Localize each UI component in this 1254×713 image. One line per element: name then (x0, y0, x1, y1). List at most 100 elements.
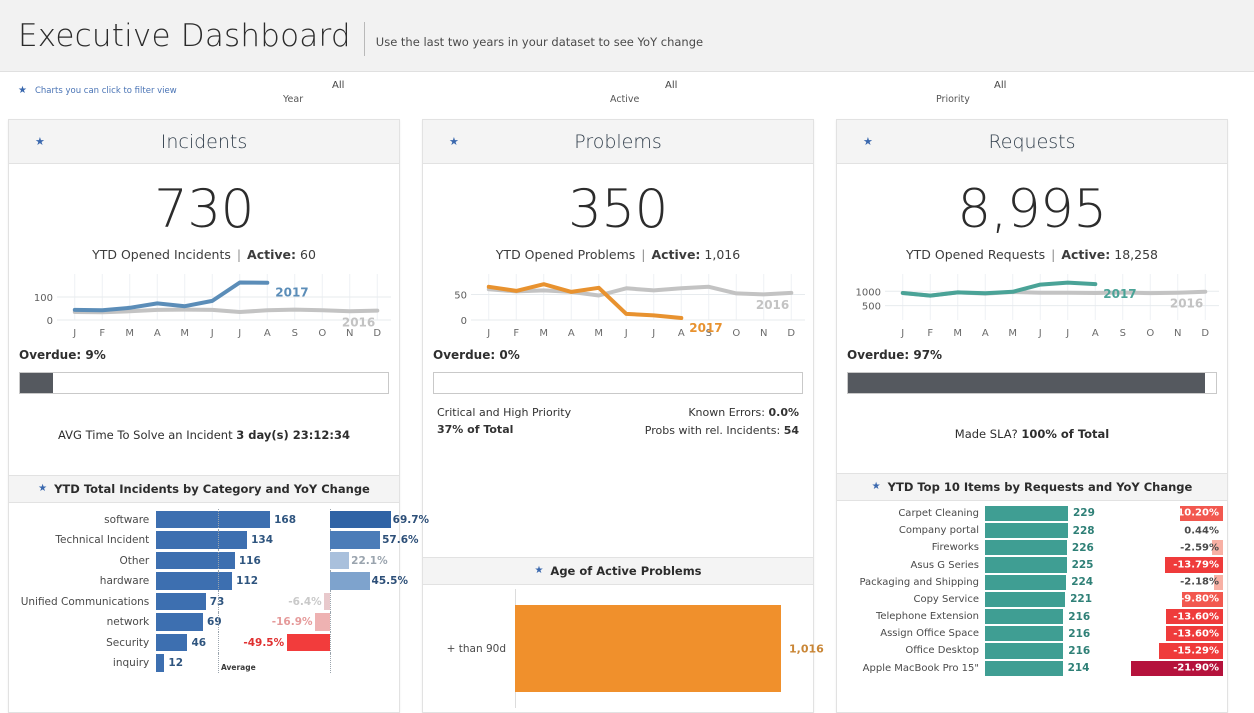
incident-yoy-bar[interactable] (315, 613, 330, 631)
requests-active-label: Active: (1061, 247, 1110, 262)
incident-category-row[interactable]: Technical Incident13457.6% (9, 530, 399, 551)
incident-category-row[interactable]: network69-16.9% (9, 612, 399, 633)
request-item-label: Apple MacBook Pro 15" (837, 663, 985, 674)
svg-text:D: D (787, 328, 795, 339)
problems-kpi: 350 YTD Opened Problems | Active: 1,016 (423, 164, 813, 262)
incidents-active-label: Active: (247, 247, 296, 262)
problems-subchart-header[interactable]: ★ Age of Active Problems (423, 557, 813, 585)
filter-active-value[interactable]: All (665, 80, 677, 91)
panel-requests-title: Requests (837, 131, 1227, 153)
star-icon[interactable]: ★ (863, 136, 873, 147)
incidents-overdue-bar (19, 372, 389, 394)
request-item-bar[interactable] (985, 523, 1068, 538)
svg-text:2017: 2017 (689, 321, 722, 335)
star-icon[interactable]: ★ (449, 136, 459, 147)
request-item-bar[interactable] (985, 557, 1067, 572)
incident-category-bar[interactable] (156, 634, 187, 652)
panel-requests-header[interactable]: ★ Requests (837, 120, 1227, 164)
incident-yoy-zone: -6.4% (278, 591, 399, 612)
incident-category-row[interactable]: inquiry12Average (9, 653, 399, 674)
request-yoy-value: -10.20% (1173, 508, 1219, 519)
svg-text:M: M (1008, 328, 1017, 339)
request-item-row[interactable]: Asus G Series225-13.79% (837, 556, 1227, 573)
request-item-bar[interactable] (985, 506, 1068, 521)
star-icon[interactable]: ★ (38, 484, 47, 494)
star-icon[interactable]: ★ (534, 566, 543, 576)
request-item-row[interactable]: Telephone Extension216-13.60% (837, 608, 1227, 625)
requests-subchart-header[interactable]: ★ YTD Top 10 Items by Requests and YoY C… (837, 473, 1227, 501)
incidents-sparkline[interactable]: 0100JFMAMJJASOND20162017 (9, 270, 399, 342)
incident-category-row[interactable]: Other11622.1% (9, 550, 399, 571)
incidents-category-chart[interactable]: software16869.7%Technical Incident13457.… (9, 503, 399, 712)
incident-yoy-bar[interactable] (330, 552, 349, 570)
problems-overdue-value: 0% (499, 348, 519, 362)
incident-category-bar-zone: 112 (156, 571, 277, 592)
incident-yoy-zone: -49.5% (278, 632, 399, 653)
problems-age-chart[interactable]: + than 90d 1,016 (423, 585, 813, 713)
request-item-bar[interactable] (985, 609, 1063, 624)
request-item-row[interactable]: Copy Service221-9.80% (837, 591, 1227, 608)
incident-yoy-bar[interactable] (330, 572, 370, 590)
request-item-bar[interactable] (985, 643, 1063, 658)
requests-top10-chart[interactable]: Carpet Cleaning229-10.20%Company portal2… (837, 501, 1227, 712)
svg-text:M: M (539, 328, 548, 339)
incident-category-bar[interactable] (156, 654, 164, 672)
svg-text:M: M (180, 328, 189, 339)
incident-category-value: 116 (235, 555, 261, 567)
request-item-bar[interactable] (985, 592, 1065, 607)
request-item-row[interactable]: Apple MacBook Pro 15"214-21.90% (837, 660, 1227, 677)
incident-yoy-bar[interactable] (324, 593, 330, 611)
age-chart-row[interactable]: + than 90d 1,016 (433, 591, 803, 709)
incident-category-row[interactable]: hardware11245.5% (9, 571, 399, 592)
request-item-row[interactable]: Packaging and Shipping224-2.18% (837, 574, 1227, 591)
filter-priority-value[interactable]: All (994, 80, 1006, 91)
filter-year-value[interactable]: All (332, 80, 344, 91)
problems-active-value: 1,016 (704, 247, 740, 262)
request-item-bar[interactable] (985, 626, 1063, 641)
incident-yoy-bar[interactable] (287, 634, 330, 652)
incident-yoy-zone (278, 653, 399, 674)
request-item-row[interactable]: Fireworks226-2.59% (837, 539, 1227, 556)
incident-yoy-bar[interactable] (330, 531, 380, 549)
requests-sparkline[interactable]: 5001000JFMAMJJASOND20162017 (837, 270, 1227, 342)
request-item-row[interactable]: Office Desktop216-15.29% (837, 642, 1227, 659)
incident-category-row[interactable]: Unified Communications73-6.4% (9, 591, 399, 612)
request-item-bar[interactable] (985, 575, 1066, 590)
request-item-label: Packaging and Shipping (837, 577, 985, 588)
incident-category-bar[interactable] (156, 531, 247, 549)
star-icon[interactable]: ★ (35, 136, 45, 147)
request-item-row[interactable]: Company portal2280.44% (837, 522, 1227, 539)
incident-category-row[interactable]: software16869.7% (9, 509, 399, 530)
svg-text:J: J (624, 328, 628, 339)
star-icon[interactable]: ★ (872, 482, 881, 492)
incident-category-bar[interactable] (156, 552, 235, 570)
requests-kpi-subtitle: YTD Opened Requests | Active: 18,258 (837, 247, 1227, 262)
incident-yoy-bar[interactable] (330, 511, 391, 529)
incident-category-value: 134 (247, 534, 273, 546)
incident-category-bar[interactable] (156, 572, 232, 590)
incidents-subchart-title: YTD Total Incidents by Category and YoY … (54, 482, 370, 496)
request-yoy-value: -2.18% (1180, 577, 1219, 588)
star-icon: ★ (18, 86, 27, 96)
age-chart-bar[interactable] (515, 605, 781, 693)
incident-category-bar[interactable] (156, 511, 270, 529)
panel-problems-header[interactable]: ★ Problems (423, 120, 813, 164)
incident-category-label: Security (9, 637, 156, 649)
request-item-row[interactable]: Carpet Cleaning229-10.20% (837, 505, 1227, 522)
filter-priority-label: Priority (936, 94, 970, 105)
incident-category-row[interactable]: Security46-49.5% (9, 632, 399, 653)
incident-category-bar[interactable] (156, 613, 203, 631)
request-item-bar[interactable] (985, 540, 1067, 555)
incident-category-bar[interactable] (156, 593, 205, 611)
panel-incidents-header[interactable]: ★ Incidents (9, 120, 399, 164)
incidents-subchart-header[interactable]: ★ YTD Total Incidents by Category and Yo… (9, 475, 399, 503)
request-item-row[interactable]: Assign Office Space216-13.60% (837, 625, 1227, 642)
requests-sla-value: 100% of Total (1021, 427, 1109, 441)
clickable-charts-legend: ★ Charts you can click to filter view (18, 86, 177, 96)
request-item-bar[interactable] (985, 661, 1063, 676)
svg-text:N: N (1174, 328, 1181, 339)
svg-text:O: O (732, 328, 740, 339)
problems-sparkline[interactable]: 050JFMAMJJASOND20162017 (423, 270, 813, 342)
svg-text:O: O (318, 328, 326, 339)
requests-overdue-label: Overdue: (847, 348, 909, 362)
